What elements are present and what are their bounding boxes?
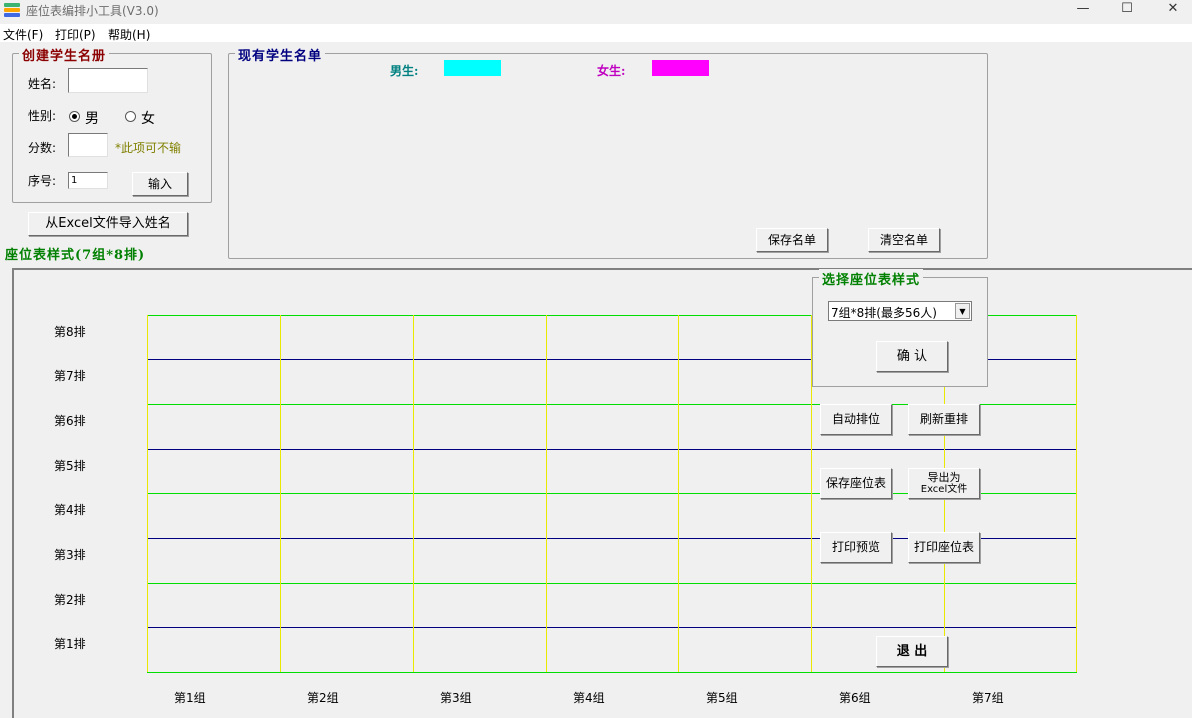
grid-column-line [678, 315, 679, 672]
exit-button[interactable]: 退 出 [876, 636, 948, 667]
chevron-down-icon[interactable]: ▼ [955, 303, 970, 319]
male-color-swatch [444, 60, 501, 76]
score-label: 分数: [28, 141, 57, 155]
grid-column-line [280, 315, 281, 672]
optional-hint: *此项可不输 [115, 141, 182, 155]
title-bar: 座位表编排小工具(V3.0) — ☐ ✕ [0, 0, 1192, 20]
row-label-1: 第1排 [54, 637, 86, 651]
female-color-swatch [652, 60, 709, 76]
window-title: 座位表编排小工具(V3.0) [26, 4, 159, 18]
group-label-3: 第3组 [440, 691, 472, 705]
group-label-1: 第1组 [174, 691, 206, 705]
export-excel-line2: Excel文件 [920, 484, 968, 495]
male-radio-label: 男 [85, 111, 99, 127]
index-label: 序号: [28, 174, 57, 188]
row-label-2: 第2排 [54, 593, 86, 607]
maximize-button[interactable]: ☐ [1104, 0, 1150, 20]
group-label-7: 第7组 [972, 691, 1004, 705]
save-roster-button[interactable]: 保存名单 [756, 228, 828, 252]
female-radio-label: 女 [141, 111, 155, 127]
menu-print[interactable]: 打印(P) [55, 26, 96, 43]
row-label-8: 第8排 [54, 325, 86, 339]
menu-bar: 文件(F) 打印(P) 帮助(H) [0, 24, 1192, 42]
group-label-2: 第2组 [307, 691, 339, 705]
minimize-button[interactable]: — [1060, 0, 1106, 20]
gender-label: 性别: [28, 109, 57, 123]
save-seat-chart-button[interactable]: 保存座位表 [820, 468, 892, 499]
row-label-7: 第7排 [54, 369, 86, 383]
name-input[interactable] [68, 68, 148, 93]
row-label-4: 第4排 [54, 503, 86, 517]
name-label: 姓名: [28, 77, 57, 91]
grid-line [147, 672, 1077, 673]
menu-file[interactable]: 文件(F) [3, 26, 43, 43]
row-label-3: 第3排 [54, 548, 86, 562]
close-button[interactable]: ✕ [1150, 0, 1192, 20]
grid-line [147, 627, 1077, 628]
grid-column-line [1076, 315, 1077, 672]
index-input[interactable]: 1 [68, 172, 108, 189]
clear-roster-button[interactable]: 清空名单 [868, 228, 940, 252]
print-preview-button[interactable]: 打印预览 [820, 532, 892, 563]
row-label-6: 第6排 [54, 414, 86, 428]
style-select-legend: 选择座位表样式 [819, 269, 924, 288]
grid-line [147, 583, 1077, 584]
row-label-5: 第5排 [54, 459, 86, 473]
seat-style-selected: 7组*8排(最多56人) [831, 306, 937, 320]
grid-column-line [147, 315, 148, 672]
seat-style-title: 座位表样式(7组*8排) [5, 248, 146, 263]
create-roster-legend: 创建学生名册 [19, 45, 110, 64]
import-excel-button[interactable]: 从Excel文件导入姓名 [28, 212, 188, 236]
refresh-rearrange-button[interactable]: 刷新重排 [908, 404, 980, 435]
menu-help[interactable]: 帮助(H) [108, 26, 150, 43]
seat-style-dropdown[interactable]: 7组*8排(最多56人) ▼ [828, 301, 972, 321]
group-label-6: 第6组 [839, 691, 871, 705]
grid-line [147, 449, 1077, 450]
score-input[interactable] [68, 133, 108, 157]
female-count-label: 女生: [597, 64, 626, 78]
app-icon [4, 3, 20, 17]
input-button[interactable]: 输入 [132, 172, 188, 196]
group-label-5: 第5组 [706, 691, 738, 705]
confirm-style-button[interactable]: 确 认 [876, 341, 948, 372]
export-excel-line1: 导出为 [927, 471, 961, 484]
grid-column-line [413, 315, 414, 672]
auto-arrange-button[interactable]: 自动排位 [820, 404, 892, 435]
male-radio[interactable] [69, 111, 80, 122]
grid-column-line [546, 315, 547, 672]
roster-legend: 现有学生名单 [235, 45, 326, 64]
print-seat-chart-button[interactable]: 打印座位表 [908, 532, 980, 563]
female-radio[interactable] [125, 111, 136, 122]
group-label-4: 第4组 [573, 691, 605, 705]
export-excel-button[interactable]: 导出为 Excel文件 [908, 468, 980, 499]
male-count-label: 男生: [390, 64, 419, 78]
